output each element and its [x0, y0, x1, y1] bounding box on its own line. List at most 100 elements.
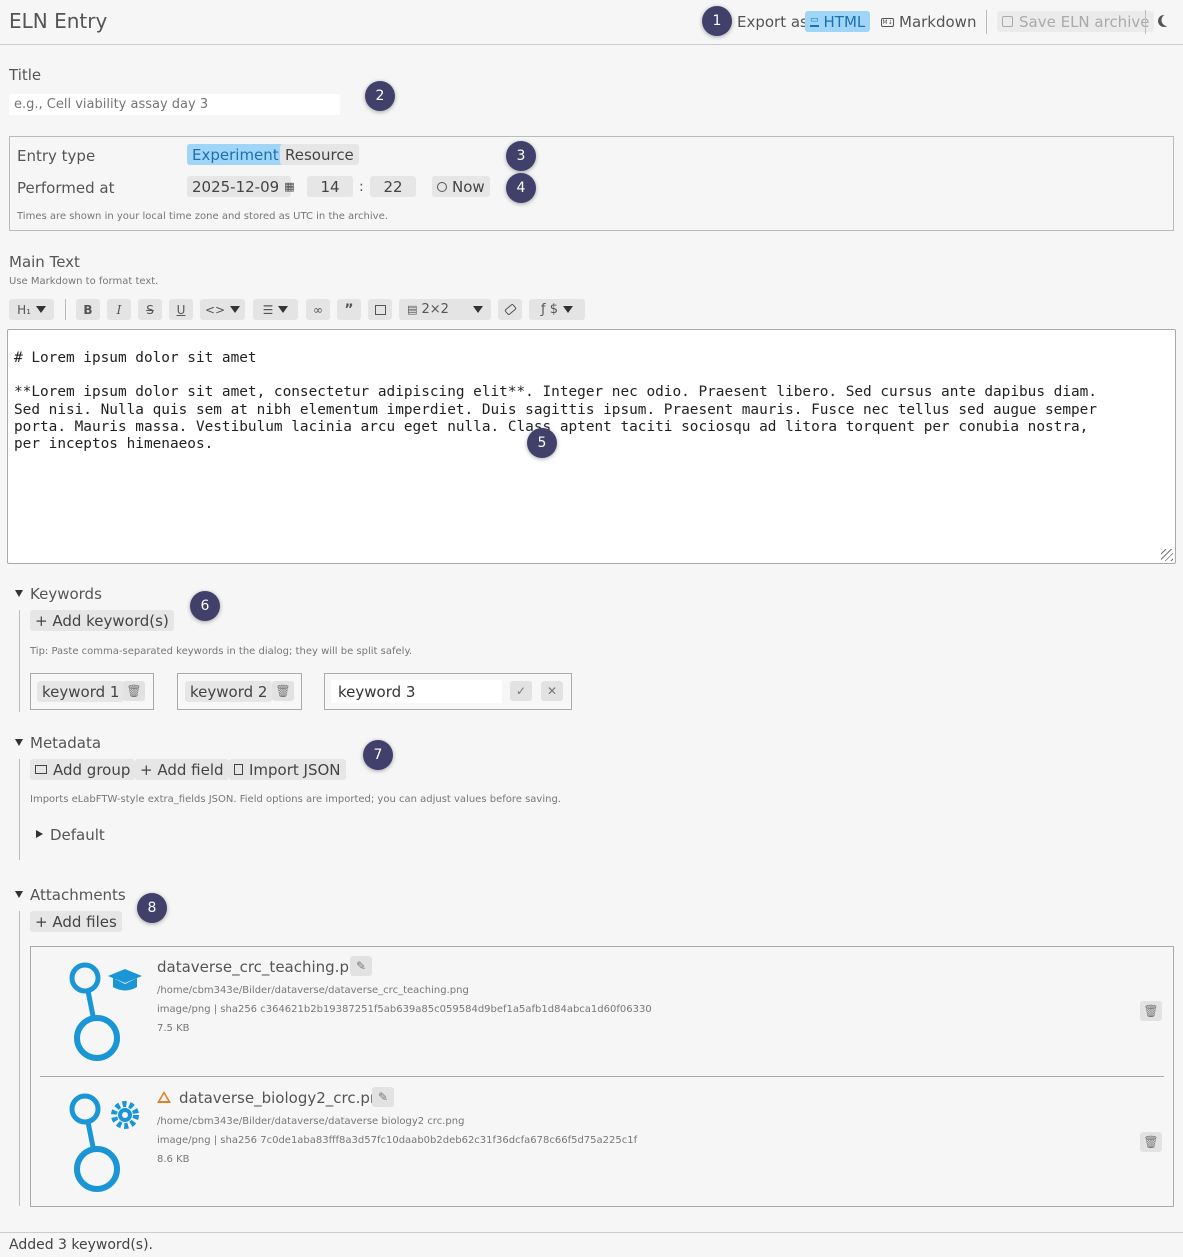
date-input[interactable]: 2025-12-09 ▦	[187, 176, 295, 197]
table-dropdown[interactable]: ▤ 2×2	[399, 299, 491, 320]
strikethrough-button[interactable]: S	[138, 299, 162, 320]
keyword-edit-chip: keyword 3 ✓ ✕	[324, 673, 572, 710]
keyword-edit-input[interactable]: keyword 3	[331, 680, 502, 703]
export-markdown-label: Markdown	[899, 13, 977, 31]
save-archive-label: Save ELN archive	[1019, 12, 1150, 31]
warning-icon-inner	[160, 1094, 168, 1101]
badge-2: 2	[365, 81, 395, 111]
table-icon: ▤	[407, 303, 418, 316]
add-group-button[interactable]: Add group	[30, 759, 136, 780]
toolbar-divider	[65, 299, 66, 320]
now-button[interactable]: Now	[432, 176, 490, 197]
link-button[interactable]: ∞	[306, 299, 330, 320]
status-message: Added 3 keyword(s).	[9, 1237, 153, 1253]
keyword-chip: keyword 2 🗑	[177, 673, 302, 710]
image-button[interactable]	[368, 299, 392, 320]
metadata-note: Imports eLabFTW-style extra_fields JSON.…	[30, 794, 561, 805]
bold-button[interactable]: B	[76, 299, 100, 320]
import-json-button[interactable]: Import JSON	[229, 759, 346, 780]
minute-input[interactable]: 22	[370, 176, 416, 197]
add-field-button[interactable]: + Add field	[135, 759, 229, 780]
file-size: 7.5 KB	[157, 1023, 190, 1034]
performed-at-label: Performed at	[17, 179, 115, 197]
editor-line: porta. Mauris massa. Vestibulum lacinia …	[14, 418, 1089, 435]
file-thumbnail	[66, 1091, 150, 1197]
editor-line: **Lorem ipsum dolor sit amet, consectetu…	[14, 384, 1097, 401]
eraser-button[interactable]	[498, 299, 522, 320]
keywords-tip: Tip: Paste comma-separated keywords in t…	[30, 646, 413, 657]
file-path: /home/cbm343e/Bilder/dataverse/dataverse…	[157, 985, 469, 996]
file-size: 8.6 KB	[157, 1154, 190, 1165]
badge-6: 6	[190, 591, 220, 621]
page-title: ELN Entry	[9, 9, 108, 33]
italic-button[interactable]: I	[107, 299, 131, 320]
badge-4: 4	[506, 173, 536, 203]
chevron-down-icon	[35, 306, 46, 313]
heading-dropdown[interactable]: H₁	[9, 299, 54, 320]
main-text-hint: Use Markdown to format text.	[9, 276, 159, 287]
export-html-label: HTML	[823, 12, 866, 31]
html-file-icon: ▭	[810, 15, 819, 27]
editor-line: per inceptos himenaeos.	[14, 436, 214, 453]
default-group-label[interactable]: Default	[50, 826, 105, 844]
eraser-icon	[503, 303, 517, 316]
entry-type-experiment[interactable]: Experiment	[187, 144, 284, 165]
code-dropdown[interactable]: <>	[200, 299, 245, 320]
keywords-section-line	[19, 610, 20, 712]
metadata-section-line	[19, 759, 20, 860]
delete-keyword-icon[interactable]: 🗑	[123, 681, 145, 701]
keywords-toggle-icon[interactable]	[15, 590, 23, 597]
resize-handle-icon[interactable]	[1161, 549, 1173, 561]
chevron-down-icon	[230, 306, 241, 313]
keyword-label: keyword 1	[37, 681, 125, 702]
file-name: dataverse_crc_teaching.png	[157, 958, 369, 976]
entry-type-resource[interactable]: Resource	[280, 144, 359, 165]
quote-button[interactable]: ”	[337, 299, 361, 320]
attachments-label[interactable]: Attachments	[30, 886, 126, 904]
header-divider-1	[986, 10, 987, 34]
editor-line: Sed nisi. Nulla quis sem at nibh element…	[14, 401, 1097, 418]
formula-dropdown[interactable]: ƒ $	[529, 299, 585, 320]
keyword-label: keyword 2	[185, 681, 273, 702]
cancel-close-icon[interactable]: ✕	[541, 681, 563, 701]
export-html-button[interactable]: ▭ HTML	[805, 11, 871, 32]
file-import-icon	[234, 764, 243, 775]
delete-file-icon[interactable]: 🗑	[1140, 1001, 1162, 1021]
code-icon: <>	[204, 302, 226, 317]
default-group-toggle-icon[interactable]	[36, 830, 43, 838]
import-json-label: Import JSON	[249, 760, 341, 779]
rename-pencil-icon[interactable]: ✎	[372, 1087, 394, 1107]
chevron-down-icon	[278, 306, 289, 313]
attachments-section-line	[19, 911, 20, 1206]
image-icon	[374, 304, 386, 315]
metadata-label[interactable]: Metadata	[30, 734, 101, 752]
confirm-check-icon[interactable]: ✓	[510, 681, 532, 701]
time-colon: :	[359, 179, 364, 195]
add-files-button[interactable]: + Add files	[30, 911, 122, 932]
keywords-label[interactable]: Keywords	[30, 585, 102, 603]
keyword-chip: keyword 1 🗑	[30, 673, 154, 710]
badge-8: 8	[137, 893, 167, 923]
underline-button[interactable]: U	[169, 299, 193, 320]
list-dropdown[interactable]: ☰	[253, 299, 298, 320]
badge-5: 5	[527, 428, 557, 458]
list-icon: ☰	[262, 302, 274, 317]
metadata-toggle-icon[interactable]	[15, 739, 23, 746]
badge-3: 3	[506, 141, 536, 171]
now-label: Now	[452, 177, 485, 196]
export-as-label: Export as	[737, 13, 808, 31]
add-keyword-button[interactable]: + Add keyword(s)	[30, 610, 174, 631]
hour-input[interactable]: 14	[307, 176, 353, 197]
save-archive-button[interactable]: Save ELN archive	[997, 11, 1155, 32]
attachments-toggle-icon[interactable]	[15, 891, 23, 898]
main-text-editor[interactable]: # Lorem ipsum dolor sit amet **Lorem ipsu…	[7, 329, 1176, 564]
main-text-label: Main Text	[9, 253, 80, 271]
title-input[interactable]	[9, 94, 340, 115]
delete-keyword-icon[interactable]: 🗑	[272, 681, 294, 701]
rename-pencil-icon[interactable]: ✎	[350, 956, 372, 976]
export-markdown-button[interactable]: M↓ Markdown	[881, 13, 976, 31]
calendar-icon[interactable]: ▦	[284, 180, 294, 193]
entry-type-label: Entry type	[17, 147, 96, 165]
delete-file-icon[interactable]: 🗑	[1140, 1132, 1162, 1152]
chevron-down-icon	[472, 306, 483, 313]
